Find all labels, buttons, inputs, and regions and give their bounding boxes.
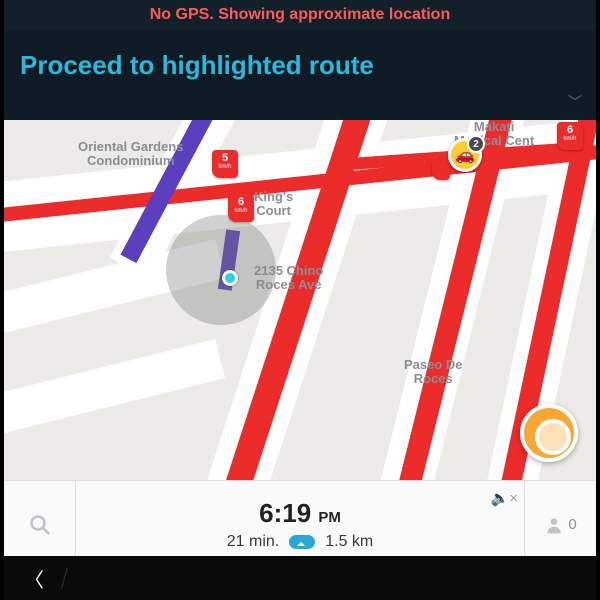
bottom-bar: 🔈× 6:19 PM 21 min. 1.5 km 0 — [4, 480, 596, 568]
friends-button[interactable]: 0 — [524, 481, 596, 568]
speed-marker[interactable] — [432, 160, 450, 180]
eta-minutes: 21 min. — [227, 533, 279, 551]
back-button[interactable]: 〈 — [24, 564, 44, 593]
person-icon — [544, 515, 564, 535]
current-location-dot — [222, 270, 238, 286]
divider — [61, 567, 68, 589]
gps-alert-banner: No GPS. Showing approximate location — [4, 0, 596, 30]
speed-marker[interactable]: 5km/h — [212, 150, 238, 178]
poi-paseo: Paseo De Roces — [404, 358, 463, 387]
poi-chino-roces: 2135 Chino Roces Ave — [254, 264, 323, 293]
system-nav-bar: 〈 — [4, 556, 596, 600]
poi-kings-court: King's Court — [254, 190, 293, 219]
poi-oriental-gardens: Oriental Gardens Condominium — [78, 140, 183, 169]
sound-muted-icon[interactable]: 🔈× — [491, 489, 518, 507]
arrival-time: 6:19 PM — [259, 498, 341, 529]
hazard-count-badge: 2 — [467, 135, 485, 153]
instruction-text: Proceed to highlighted route — [20, 50, 580, 81]
chevron-down-icon[interactable]: ﹀ — [568, 92, 582, 112]
eta-panel[interactable]: 🔈× 6:19 PM 21 min. 1.5 km — [76, 481, 524, 568]
search-icon — [28, 513, 52, 537]
hazard-report-icon[interactable]: 2 — [448, 138, 482, 172]
recenter-button[interactable] — [520, 404, 578, 462]
instruction-header[interactable]: Proceed to highlighted route ﹀ — [4, 30, 596, 120]
speed-marker[interactable]: 6km/h — [557, 122, 583, 150]
eta-distance: 1.5 km — [325, 533, 373, 551]
map-canvas[interactable]: Oriental Gardens Condominium King's Cour… — [4, 120, 596, 480]
friends-count: 0 — [568, 516, 576, 533]
speed-marker[interactable]: 6km/h — [228, 194, 254, 222]
search-button[interactable] — [4, 481, 76, 568]
cloud-icon — [289, 535, 315, 549]
